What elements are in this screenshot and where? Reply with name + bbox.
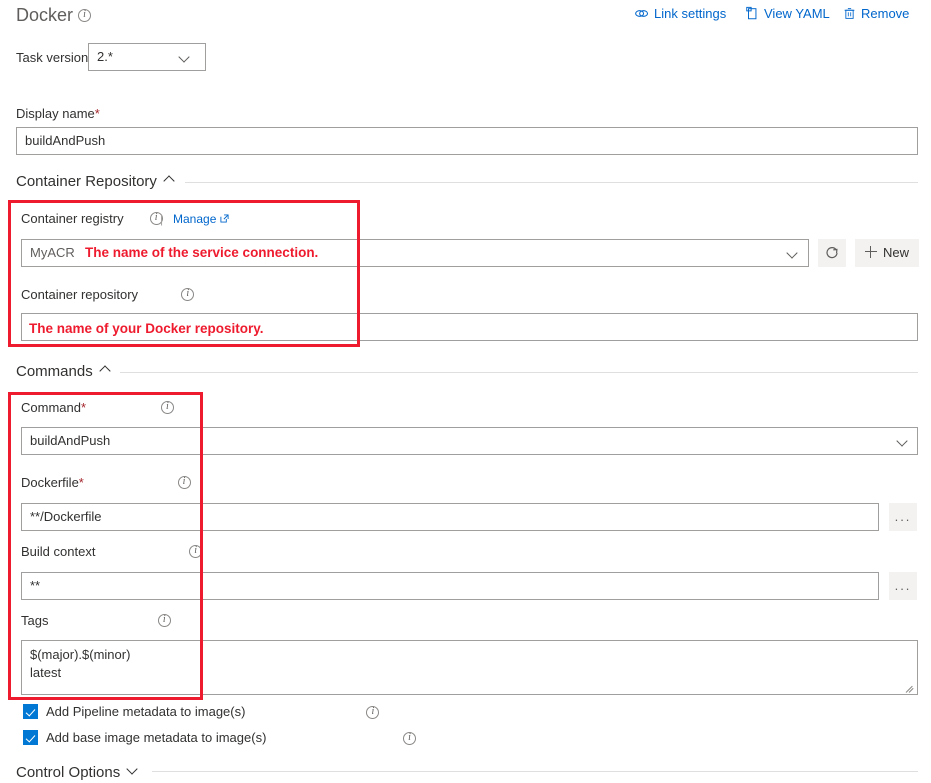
checkbox-label: Add base image metadata to image(s) — [46, 730, 267, 745]
tags-label: Tags — [21, 613, 49, 628]
section-header-container-repository[interactable]: Container Repository — [16, 172, 174, 192]
section-header-control-options[interactable]: Control Options — [16, 763, 137, 783]
new-label: New — [883, 245, 910, 260]
clipboard-icon — [746, 6, 757, 20]
separator: | — [160, 212, 164, 226]
page-title: Docker — [16, 5, 74, 25]
link-settings-label: Link settings — [654, 6, 727, 21]
build-context-value: ** — [30, 578, 41, 593]
section-title-container-repository: Container Repository — [16, 173, 157, 190]
view-yaml-label: View YAML — [764, 6, 830, 21]
section-title-control-options: Control Options — [16, 764, 121, 781]
task-version-value: 2.* — [97, 49, 113, 64]
dockerfile-info-icon[interactable] — [177, 475, 191, 489]
add-pipeline-metadata-info-icon[interactable] — [366, 705, 380, 719]
link-icon — [635, 10, 649, 17]
dockerfile-label: Dockerfile* — [21, 475, 84, 490]
remove-button[interactable]: Remove — [843, 2, 909, 26]
build-context-browse-button[interactable]: ... — [889, 572, 917, 600]
tags-info-icon[interactable] — [157, 613, 171, 627]
display-name-input[interactable]: buildAndPush — [16, 127, 918, 155]
section-divider — [152, 771, 918, 772]
command-value: buildAndPush — [30, 433, 111, 448]
chevron-up-icon — [101, 365, 110, 374]
chevron-down-icon — [128, 766, 137, 775]
chevron-up-icon — [165, 175, 174, 184]
build-context-browse-label: ... — [894, 578, 912, 593]
plus-icon — [865, 246, 877, 258]
section-header-commands[interactable]: Commands — [16, 362, 110, 382]
refresh-icon — [826, 247, 838, 259]
checkbox-icon[interactable] — [23, 704, 38, 719]
checkbox-icon[interactable] — [23, 730, 38, 745]
build-context-info-icon[interactable] — [189, 544, 203, 558]
command-info-icon[interactable] — [160, 400, 174, 414]
command-select[interactable]: buildAndPush — [21, 427, 918, 455]
remove-label: Remove — [861, 6, 910, 21]
task-version-label: Task version — [16, 50, 89, 65]
task-version-select[interactable]: 2.* — [88, 43, 206, 71]
section-divider — [120, 372, 918, 373]
title-info-icon[interactable] — [78, 8, 91, 22]
checkbox-label: Add Pipeline metadata to image(s) — [46, 704, 246, 719]
manage-label: Manage — [173, 212, 217, 226]
dockerfile-value: **/Dockerfile — [30, 509, 102, 524]
link-settings-button[interactable]: Link settings — [634, 2, 726, 26]
new-registry-button[interactable]: New — [855, 239, 920, 267]
container-registry-value: MyACR — [30, 245, 75, 260]
display-name-value: buildAndPush — [25, 133, 106, 148]
view-yaml-button[interactable]: View YAML — [745, 2, 830, 26]
trash-icon — [844, 8, 855, 19]
dockerfile-input[interactable]: **/Dockerfile — [21, 503, 879, 531]
manage-link[interactable]: Manage — [173, 211, 229, 227]
refresh-registry-button[interactable] — [818, 239, 846, 267]
checkbox-add-base-image-metadata[interactable]: Add base image metadata to image(s) — [23, 729, 266, 747]
display-name-label: Display name* — [16, 106, 100, 121]
container-repository-label: Container repository — [21, 287, 139, 302]
dockerfile-browse-label: ... — [894, 509, 912, 524]
container-repository-info-icon[interactable] — [181, 287, 195, 301]
add-base-image-metadata-info-icon[interactable] — [403, 731, 416, 745]
annotation-docker-repository: The name of your Docker repository. — [29, 321, 264, 336]
build-context-label: Build context — [21, 544, 96, 559]
external-link-icon — [220, 211, 229, 223]
tags-textarea[interactable]: $(major).$(minor) latest — [21, 640, 918, 695]
container-registry-label: Container registry — [21, 211, 124, 226]
command-label: Command* — [21, 400, 87, 415]
section-title-commands: Commands — [16, 363, 93, 380]
checkbox-add-pipeline-metadata[interactable]: Add Pipeline metadata to image(s) — [23, 703, 245, 721]
build-context-input[interactable]: ** — [21, 572, 879, 600]
annotation-service-connection: The name of the service connection. — [85, 245, 319, 260]
section-divider — [185, 182, 918, 183]
dockerfile-browse-button[interactable]: ... — [889, 503, 917, 531]
